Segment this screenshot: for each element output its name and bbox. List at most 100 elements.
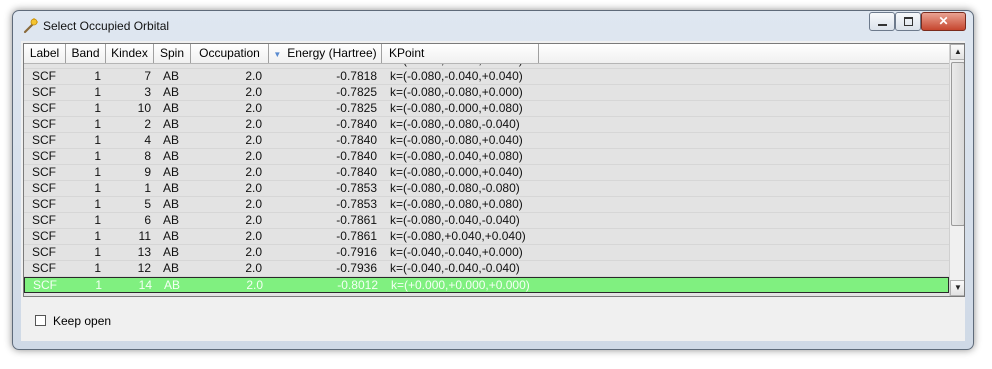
column-header-text: KPoint (389, 46, 425, 60)
table-row[interactable]: SCF 1 13 AB 2.0 -0.7916 k=(-0.040,-0.040,+0.00… (24, 245, 949, 261)
cell-occupation: 2.0 (245, 69, 262, 83)
cell-band: 1 (95, 278, 102, 292)
table-row[interactable]: SCF 1 3 AB 2.0 -0.7825 k=(-0.080,-0.080,+0.000… (24, 85, 949, 101)
cell-occupation: 2.0 (245, 149, 262, 163)
cell-band: 1 (94, 197, 101, 211)
cell-spin: AB (163, 69, 180, 83)
window-title: Select Occupied Orbital (43, 19, 170, 33)
scroll-up-button[interactable]: ▲ (950, 44, 964, 60)
cell-kpoint: k=(-0.080,-0.000,+0.080) (390, 101, 523, 115)
vertical-scrollbar[interactable]: ▲ ▼ (949, 44, 964, 296)
cell-energy: -0.7825 (336, 85, 377, 99)
table-row-selected[interactable]: SCF 1 14 AB 2.0 -0.8012 k=(+0.000,+0.000,+0.00… (24, 277, 949, 293)
cell-occupation: 2.0 (246, 278, 263, 292)
column-header-energy[interactable]: ▼ Energy (Hartree) (269, 44, 382, 63)
cell-band: 1 (94, 229, 101, 243)
cell-label: SCF (32, 149, 56, 163)
close-button[interactable]: ✕ (921, 12, 966, 31)
column-header-label[interactable]: Label (24, 44, 66, 63)
table-row[interactable]: SCF 1 11 AB 2.0 -0.7861 k=(-0.080,+0.040,+0.04… (24, 229, 949, 245)
orbital-table: Label Band Kindex Spin Occupation ▼ Energ… (23, 43, 965, 297)
table-row[interactable]: SCF 1 10 AB 2.0 -0.7825 k=(-0.080,-0.000,+0.08… (24, 101, 949, 117)
cell-spin: AB (163, 117, 180, 131)
cell-label: SCF (32, 213, 56, 227)
cell-kpoint: k=(+0.000,+0.000,+0.000) (391, 278, 530, 292)
maximize-button[interactable] (895, 12, 921, 31)
cell-label: SCF (32, 101, 56, 115)
minimize-button[interactable] (869, 12, 895, 31)
scrollbar-thumb[interactable] (951, 62, 964, 226)
cell-kindex: 2 (144, 117, 151, 131)
cell-kpoint: k=(-0.080,-0.080,+0.040) (390, 133, 523, 147)
cell-band: 1 (94, 261, 101, 275)
column-header-kpoint[interactable]: KPoint (382, 44, 539, 63)
table-row[interactable]: SCF 1 9 AB 2.0 -0.7840 k=(-0.080,-0.000,+0.040… (24, 165, 949, 181)
cell-energy: -0.7840 (336, 165, 377, 179)
dialog-body: Label Band Kindex Spin Occupation ▼ Energ… (21, 41, 965, 341)
cell-energy: -0.7853 (336, 197, 377, 211)
sort-descending-icon: ▼ (273, 50, 282, 59)
table-row[interactable]: SCF 1 1 AB 2.0 -0.7853 k=(-0.080,-0.080,-0.080… (24, 181, 949, 197)
cell-occupation: 2.0 (245, 181, 262, 195)
table-row[interactable]: SCF 1 4 AB 2.0 -0.7840 k=(-0.080,-0.080,+0.040… (24, 133, 949, 149)
cell-energy: -0.7840 (336, 133, 377, 147)
cell-kpoint: k=(-0.080,-0.040,-0.040) (390, 213, 520, 227)
table-row[interactable]: SCF 1 7 AB 2.0 -0.7818 k=(-0.080,-0.040,+0.040… (24, 69, 949, 85)
cell-kindex: 7 (144, 69, 151, 83)
table-row[interactable]: SCF 1 6 AB 2.0 -0.7861 k=(-0.080,-0.040,-0.040… (24, 213, 949, 229)
title-bar[interactable]: Select Occupied Orbital ✕ (13, 11, 973, 41)
cell-energy: -0.7825 (336, 101, 377, 115)
table-row[interactable]: SCF 1 12 AB 2.0 -0.7936 k=(-0.040,-0.040,-0.04… (24, 261, 949, 277)
keep-open-checkbox[interactable] (35, 315, 46, 326)
column-header-text: Occupation (199, 46, 260, 60)
cell-kindex: 9 (144, 165, 151, 179)
dialog-window: Select Occupied Orbital ✕ Label Band Kin… (12, 10, 974, 350)
cell-occupation: 2.0 (245, 117, 262, 131)
cell-spin: AB (163, 261, 180, 275)
cell-occupation: 2.0 (245, 245, 262, 259)
column-header-text: Band (71, 46, 100, 60)
arrow-down-icon: ▼ (954, 283, 962, 292)
cell-kpoint: k=(-0.080,-0.040,+0.040) (390, 69, 523, 83)
cell-occupation: 2.0 (245, 261, 262, 275)
cell-occupation: 2.0 (245, 229, 262, 243)
arrow-up-icon: ▲ (954, 47, 962, 56)
table-row[interactable]: SCF 1 2 AB 2.0 -0.7840 k=(-0.080,-0.080,-0.040… (24, 117, 949, 133)
cell-label: SCF (32, 261, 56, 275)
cell-kpoint: k=(-0.080,+0.040,+0.040) (390, 229, 526, 243)
cell-kindex: 3 (144, 85, 151, 99)
cell-spin: AB (163, 133, 180, 147)
column-header-occupation[interactable]: Occupation (191, 44, 269, 63)
magic-wand-icon (22, 18, 38, 34)
table-header: Label Band Kindex Spin Occupation ▼ Energ… (24, 44, 949, 64)
cell-spin: AB (163, 85, 180, 99)
scroll-down-button[interactable]: ▼ (950, 280, 964, 296)
cell-occupation: 2.0 (245, 197, 262, 211)
cell-spin: AB (163, 181, 180, 195)
column-header-band[interactable]: Band (66, 44, 106, 63)
column-header-spin[interactable]: Spin (154, 44, 191, 63)
cell-occupation: 2.0 (245, 133, 262, 147)
cell-energy: -0.8012 (337, 278, 378, 292)
cell-band: 1 (94, 85, 101, 99)
table-row[interactable]: SCF 1 8 AB 2.0 -0.7840 k=(-0.080,-0.040,+0.080… (24, 149, 949, 165)
table-row[interactable]: SCF 1 5 AB 2.0 -0.7853 k=(-0.080,-0.080,+0.080… (24, 197, 949, 213)
cell-energy: -0.7861 (336, 229, 377, 243)
cell-label: SCF (32, 181, 56, 195)
table-body: SCF25AB2.0-0.4194k=(-0.080,-0.080,+0.080… (24, 64, 949, 296)
cell-energy: -0.7840 (336, 117, 377, 131)
cell-kindex: 1 (144, 181, 151, 195)
cell-label: SCF (32, 133, 56, 147)
cell-energy: -0.7916 (336, 245, 377, 259)
cell-kpoint: k=(-0.080,-0.080,-0.040) (390, 117, 520, 131)
cell-kpoint: k=(-0.080,-0.000,+0.040) (390, 165, 523, 179)
column-header-kindex[interactable]: Kindex (106, 44, 154, 63)
cell-kpoint: k=(-0.080,-0.080,+0.000) (390, 85, 523, 99)
cell-kindex: 8 (144, 149, 151, 163)
cell-spin: AB (163, 101, 180, 115)
cell-label: SCF (32, 117, 56, 131)
cell-kpoint: k=(-0.080,-0.040,+0.080) (390, 149, 523, 163)
cell-spin: AB (163, 149, 180, 163)
cell-spin: AB (163, 245, 180, 259)
cell-energy: -0.7936 (336, 261, 377, 275)
